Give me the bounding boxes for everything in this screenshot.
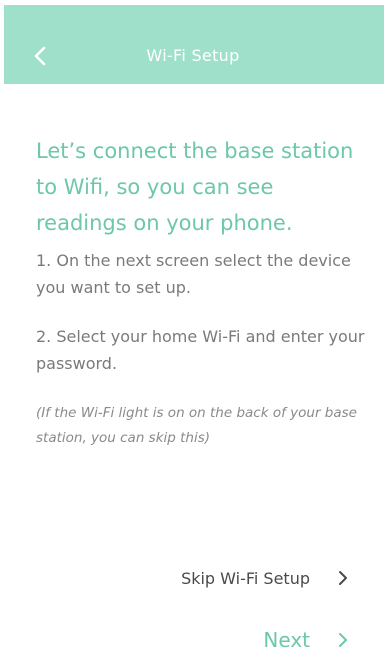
headline: Let’s connect the base station to Wifi, … — [36, 139, 354, 235]
instruction-step-2: 2. Select your home Wi-Fi and enter your… — [36, 327, 365, 373]
chevron-right-icon — [339, 633, 347, 647]
next-button[interactable]: Next — [263, 628, 350, 652]
header-bar — [4, 5, 384, 84]
skip-note: (If the Wi-Fi light is on on the back of… — [36, 405, 357, 446]
page-title: Wi-Fi Setup — [146, 46, 240, 65]
chevron-right-icon — [339, 571, 347, 585]
skip-wifi-setup-button[interactable]: Skip Wi-Fi Setup — [181, 568, 350, 588]
skip-wifi-setup-label: Skip Wi-Fi Setup — [181, 568, 310, 588]
instruction-step-1: 1. On the next screen select the device … — [36, 251, 351, 297]
next-label: Next — [263, 628, 310, 652]
wifi-setup-screen: Wi-Fi Setup Let’s connect the base stati… — [0, 0, 386, 671]
